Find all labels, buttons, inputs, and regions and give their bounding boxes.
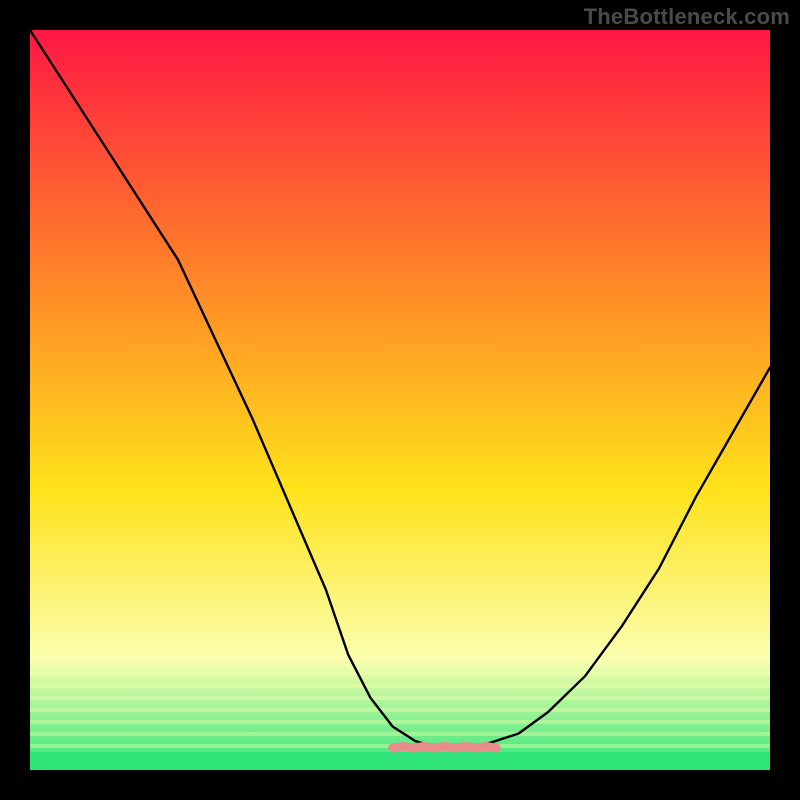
chart-stage: TheBottleneck.com <box>0 0 800 800</box>
chart-gradient-bg <box>30 30 770 770</box>
plot-area <box>30 30 770 770</box>
watermark-text: TheBottleneck.com <box>584 4 790 30</box>
chart-svg <box>30 30 770 770</box>
curve-floor-highlight <box>393 747 497 749</box>
chart-base-strip <box>30 752 770 770</box>
